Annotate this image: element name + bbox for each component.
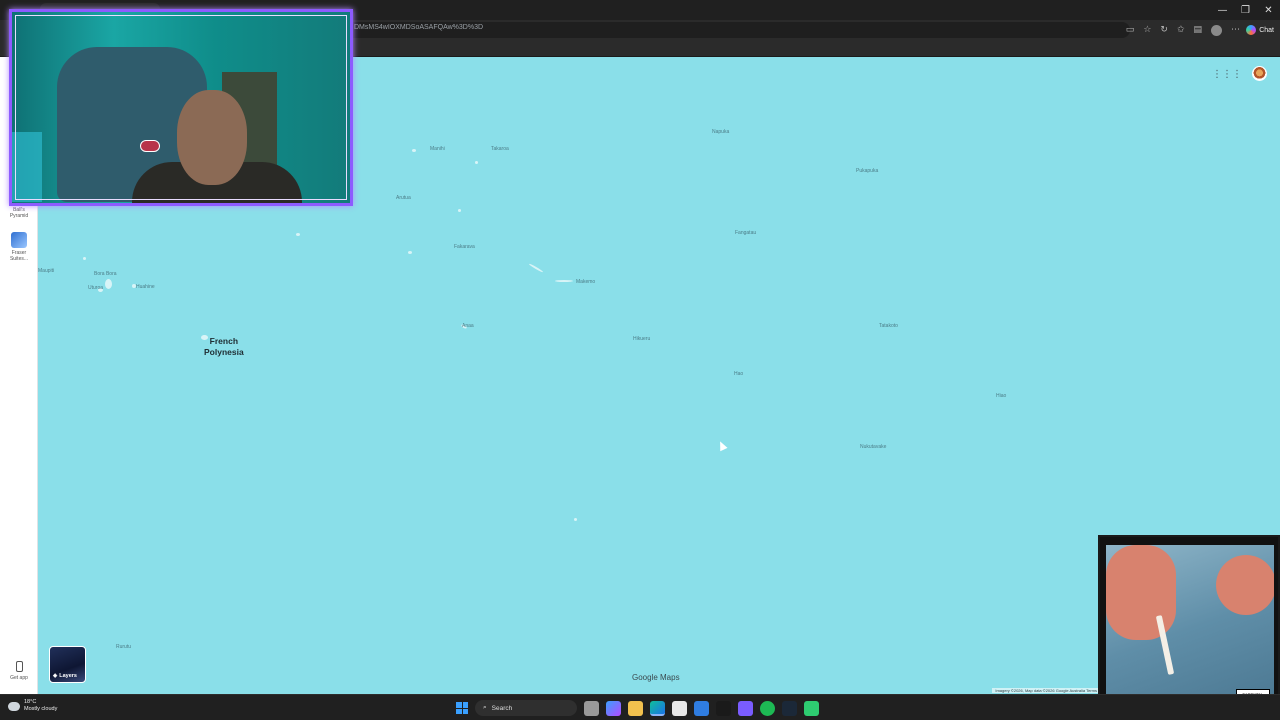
chat-label: Chat: [1259, 26, 1274, 34]
rail-item-fraser-suites[interactable]: Fraser Suites...: [0, 232, 38, 262]
spotify-icon[interactable]: [760, 700, 775, 716]
toolbar-icons: ▭ ☆ ↻ ✩ ▤ ⋯: [1126, 22, 1240, 38]
store-icon[interactable]: [672, 700, 687, 716]
islet: [412, 149, 416, 152]
place-label[interactable]: Uturoa: [88, 285, 103, 291]
collections-icon[interactable]: ▤: [1193, 25, 1202, 35]
profile-avatar[interactable]: [1211, 24, 1222, 36]
place-label[interactable]: Pukapuka: [856, 168, 878, 174]
map-attribution[interactable]: Imagery ©2026, Map data ©2026 Google Aus…: [992, 688, 1100, 693]
region-label-line1: French: [209, 336, 239, 346]
rail-item-label-line2: Suites...: [9, 256, 29, 262]
phone-icon: [15, 661, 23, 672]
place-label[interactable]: Nukutavake: [860, 444, 886, 450]
place-label[interactable]: Napuka: [712, 129, 729, 135]
weather-temperature: 18°C: [24, 699, 37, 705]
place-label[interactable]: Anaa: [462, 323, 474, 329]
place-label[interactable]: Hikueru: [633, 336, 650, 342]
place-label[interactable]: Hao: [734, 371, 743, 377]
chat-button[interactable]: Chat: [1246, 23, 1274, 37]
webcam-inner-frame: [15, 15, 347, 200]
islet: [475, 161, 478, 164]
discord-icon[interactable]: [738, 700, 753, 716]
album-hand-left: [1106, 545, 1176, 640]
weather-widget[interactable]: 18°C Mostly cloudy: [8, 699, 57, 713]
mouse-cursor-icon: [716, 439, 728, 452]
taskbar-search[interactable]: ⌕ Search: [475, 700, 577, 716]
islet: [408, 251, 412, 254]
webcam-overlay: [9, 9, 353, 206]
islet: [574, 518, 577, 521]
place-label[interactable]: Tatakoto: [879, 323, 898, 329]
album-cover: PARENTAL ADVISORY EXPLICIT CONTENT: [1106, 545, 1274, 713]
region-label-line2: Polynesia: [204, 347, 244, 357]
copilot-icon: [1246, 25, 1257, 35]
place-label[interactable]: Makemo: [576, 279, 595, 285]
google-apps-icon[interactable]: ⋮⋮⋮: [1212, 69, 1242, 80]
favorite-star-icon[interactable]: ☆: [1143, 25, 1151, 35]
islet: [83, 257, 86, 260]
taskbar: 18°C Mostly cloudy ⌕ Search: [0, 694, 1280, 720]
app-icon[interactable]: [804, 700, 819, 716]
restore-button[interactable]: ❐: [1234, 0, 1257, 20]
layers-label: Layers: [59, 673, 77, 679]
cloud-icon: [8, 701, 20, 711]
layers-button[interactable]: ◈ Layers: [49, 646, 86, 683]
windows-start-icon[interactable]: [456, 702, 468, 714]
reading-view-icon[interactable]: ▭: [1126, 25, 1135, 35]
place-label[interactable]: Fakarava: [454, 244, 475, 250]
minimize-button[interactable]: —: [1211, 0, 1234, 20]
rail-item-label-line2: Pyramid: [9, 213, 29, 219]
weather-text: 18°C Mostly cloudy: [24, 699, 57, 713]
place-label[interactable]: Bora Bora: [94, 271, 117, 277]
place-label[interactable]: Takaroa: [491, 146, 509, 152]
place-label[interactable]: Rurutu: [116, 644, 131, 650]
islet: [296, 233, 300, 236]
islet: [528, 263, 544, 273]
place-thumbnail: [11, 232, 27, 248]
url-text: DMsMS4wIOXMDSoASAFQAw%3D%3D: [354, 24, 484, 31]
more-menu-icon[interactable]: ⋯: [1231, 25, 1240, 35]
islet: [458, 209, 461, 212]
weather-condition: Mostly cloudy: [24, 706, 58, 712]
place-label[interactable]: Fangatau: [735, 230, 756, 236]
google-maps-logo: Google Maps: [632, 673, 680, 682]
close-button[interactable]: ✕: [1257, 0, 1280, 20]
screen: — ❐ ✕ DMsMS4wIOXMDSoASAFQAw%3D%3D ▭ ☆ ↻ …: [0, 0, 1280, 720]
get-app-button[interactable]: Get app: [0, 661, 38, 681]
steam-icon[interactable]: [782, 700, 797, 716]
account-avatar[interactable]: [1252, 66, 1267, 81]
place-label[interactable]: Arutua: [396, 195, 411, 201]
refresh-icon[interactable]: ↻: [1160, 25, 1168, 35]
album-hand-right: [1216, 555, 1274, 615]
file-explorer-icon[interactable]: [628, 700, 643, 716]
get-app-label: Get app: [10, 675, 28, 681]
place-label[interactable]: Maupiti: [38, 268, 54, 274]
layers-label-group: ◈ Layers: [53, 673, 77, 679]
islet: [105, 279, 112, 289]
place-label[interactable]: Manihi: [430, 146, 445, 152]
taskbar-apps: ⌕ Search: [456, 699, 819, 717]
rail-item-balls-pyramid[interactable]: Ball's Pyramid: [0, 207, 38, 219]
epic-games-icon[interactable]: [716, 700, 731, 716]
address-bar[interactable]: DMsMS4wIOXMDSoASAFQAw%3D%3D: [340, 22, 1130, 38]
task-view-icon[interactable]: [584, 700, 599, 716]
islet: [555, 280, 573, 282]
window-controls: — ❐ ✕: [1211, 0, 1280, 20]
layers-icon: ◈: [53, 673, 58, 679]
favorites-icon[interactable]: ✩: [1177, 25, 1185, 35]
place-label[interactable]: Hiao: [996, 393, 1006, 399]
copilot-icon[interactable]: [606, 700, 621, 716]
edge-icon[interactable]: [650, 700, 665, 716]
search-icon: ⌕: [483, 704, 487, 711]
region-label[interactable]: French Polynesia: [204, 336, 244, 358]
search-label: Search: [491, 704, 513, 712]
place-label[interactable]: Huahine: [136, 284, 155, 290]
mail-icon[interactable]: [694, 700, 709, 716]
album-art-overlay: PARENTAL ADVISORY EXPLICIT CONTENT: [1098, 535, 1280, 715]
